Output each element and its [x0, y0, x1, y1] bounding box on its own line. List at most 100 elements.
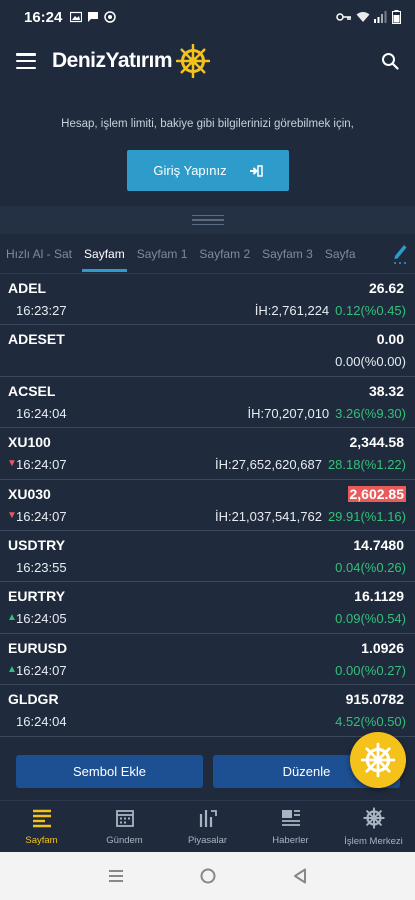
- system-status-icons: [336, 10, 401, 24]
- update-time: 16:24:07: [16, 662, 67, 678]
- symbol: GLDGR: [8, 691, 59, 708]
- last-price: 0.00: [376, 331, 404, 348]
- system-navigation: [0, 852, 415, 900]
- row-details: İH:27,652,620,687 28.18(%1.22): [215, 457, 406, 472]
- menu-icon[interactable]: [16, 53, 36, 69]
- update-time: 16:23:55: [16, 559, 67, 575]
- nav-markets[interactable]: Piyasalar: [166, 801, 249, 852]
- last-price: 915.0782: [345, 691, 404, 708]
- markets-icon: [197, 808, 219, 831]
- volume: İH:70,207,010: [247, 405, 330, 421]
- notification-icons: [70, 11, 117, 23]
- nav-label: İşlem Merkezi: [344, 835, 403, 847]
- nav-page[interactable]: Sayfam: [0, 801, 83, 852]
- helm-fab-button[interactable]: [350, 732, 406, 788]
- row-details: İH:2,761,224 0.12(%0.45): [255, 303, 406, 318]
- update-time: 16:24:07: [16, 508, 67, 524]
- recent-apps-icon[interactable]: [108, 869, 124, 883]
- volume: İH:21,037,541,762: [214, 508, 322, 524]
- login-message: Hesap, işlem limiti, bakiye gibi bilgile…: [61, 118, 354, 130]
- last-price: 2,344.58: [349, 434, 405, 451]
- message-icon: [88, 12, 99, 22]
- nav-label: Gündem: [106, 834, 143, 846]
- last-price: 26.62: [368, 280, 404, 296]
- instrument-row[interactable]: XU100 2,344.58 ▼ 16:24:07 İH:27,652,620,687 2…: [0, 428, 415, 480]
- wifi-icon: [356, 12, 370, 22]
- back-icon[interactable]: [293, 868, 307, 884]
- last-price: 2,602.85: [347, 485, 406, 502]
- tab-sayfam-2[interactable]: Sayfam 2: [193, 234, 256, 273]
- signal-icon: [374, 11, 387, 23]
- change: 28.18(%1.22): [327, 457, 406, 473]
- row-details: 0.04(%0.26): [335, 560, 406, 575]
- nav-calendar[interactable]: Gündem: [83, 801, 166, 852]
- tab-hızlı-al-sat[interactable]: Hızlı Al - Sat: [0, 234, 78, 273]
- helm-icon: [360, 742, 396, 778]
- symbol: XU100: [8, 434, 51, 451]
- status-bar: 16:24: [0, 0, 415, 34]
- search-icon[interactable]: [381, 52, 399, 70]
- page-icon: [31, 808, 53, 831]
- app-notification-icon: [104, 11, 117, 23]
- gallery-icon: [70, 11, 83, 23]
- change: 3.26(%9.30): [335, 405, 406, 421]
- status-time: 16:24: [24, 8, 63, 26]
- tab-sayfa[interactable]: Sayfa: [319, 234, 362, 273]
- volume: İH:27,652,620,687: [214, 457, 322, 473]
- tab-sayfam-3[interactable]: Sayfam 3: [256, 234, 319, 273]
- tab-sayfam-1[interactable]: Sayfam 1: [131, 234, 194, 273]
- instrument-row[interactable]: EURTRY 16.1129 ▲ 16:24:05 0.09(%0.54): [0, 582, 415, 634]
- change: 0.09(%0.54): [335, 611, 406, 627]
- row-details: 0.00(%0.00): [335, 354, 406, 369]
- symbol: ACSEL: [8, 382, 56, 399]
- symbol: EURTRY: [8, 588, 66, 605]
- news-icon: [280, 808, 302, 831]
- instrument-row[interactable]: GLDGR 915.0782 16:24:04 4.52(%0.50): [0, 685, 415, 737]
- row-details: İH:70,207,010 3.26(%9.30): [247, 406, 406, 421]
- helm-logo-icon: [176, 44, 211, 78]
- nav-label: Sayfam: [25, 834, 58, 846]
- update-time: 16:24:07: [16, 457, 67, 473]
- nav-helm[interactable]: İşlem Merkezi: [332, 801, 415, 852]
- login-button[interactable]: Giriş Yapınız: [127, 150, 289, 191]
- change: 0.00(%0.27): [335, 662, 406, 678]
- login-button-label: Giriş Yapınız: [153, 163, 227, 178]
- update-time: 16:24:04: [16, 405, 67, 421]
- tab-sayfam[interactable]: Sayfam: [78, 234, 131, 273]
- instrument-row[interactable]: XU030 2,602.85 ▼ 16:24:07 İH:21,037,541,762 2…: [0, 479, 415, 531]
- instrument-row[interactable]: ADEL 26.62 16:23:27 İH:2,761,224 0.12(%0.45): [0, 274, 415, 326]
- change: 4.52(%0.50): [335, 714, 406, 730]
- edit-tabs-icon[interactable]: [385, 234, 415, 273]
- row-details: 0.09(%0.54): [335, 611, 406, 626]
- nav-news[interactable]: Haberler: [249, 801, 332, 852]
- symbol: EURUSD: [8, 639, 68, 656]
- instrument-row[interactable]: ADESET 0.00 0.00(%0.00): [0, 325, 415, 377]
- instrument-row[interactable]: USDTRY 14.7480 16:23:55 0.04(%0.26): [0, 530, 415, 583]
- update-time: 16:24:04: [16, 714, 67, 730]
- row-details: 0.00(%0.27): [335, 663, 406, 678]
- last-price: 1.0926: [361, 639, 404, 656]
- app-bar: DenizYatırım: [0, 34, 415, 88]
- drag-handle[interactable]: [0, 206, 415, 234]
- update-time: 16:23:27: [16, 303, 67, 318]
- change: 0.00(%0.00): [335, 354, 406, 370]
- instrument-row[interactable]: EURUSD 1.0926 ▲ 16:24:07 0.00(%0.27): [0, 633, 415, 686]
- volume: İH:2,761,224: [254, 303, 330, 318]
- key-icon: [336, 13, 351, 21]
- calendar-icon: [115, 808, 135, 831]
- instrument-row[interactable]: ACSEL 38.32 16:24:04 İH:70,207,010 3.26(%9.3…: [0, 376, 415, 429]
- login-panel: Hesap, işlem limiti, bakiye gibi bilgile…: [0, 88, 415, 206]
- home-icon[interactable]: [200, 868, 216, 884]
- add-symbol-label: Sembol Ekle: [73, 764, 146, 779]
- helm-icon: [362, 806, 385, 832]
- symbol: ADESET: [8, 331, 65, 348]
- login-arrow-icon: [249, 164, 263, 177]
- nav-label: Haberler: [272, 834, 309, 846]
- last-price: 38.32: [368, 382, 404, 399]
- add-symbol-button[interactable]: Sembol Ekle: [16, 755, 203, 788]
- row-details: 4.52(%0.50): [335, 714, 406, 729]
- app-logo: DenizYatırım: [52, 44, 211, 78]
- last-price: 14.7480: [353, 536, 404, 553]
- row-details: İH:21,037,541,762 29.91(%1.16): [215, 509, 406, 524]
- watchlist-tabs: Hızlı Al - Sat Sayfam Sayfam 1 Sayfam 2 Sayf…: [0, 234, 415, 274]
